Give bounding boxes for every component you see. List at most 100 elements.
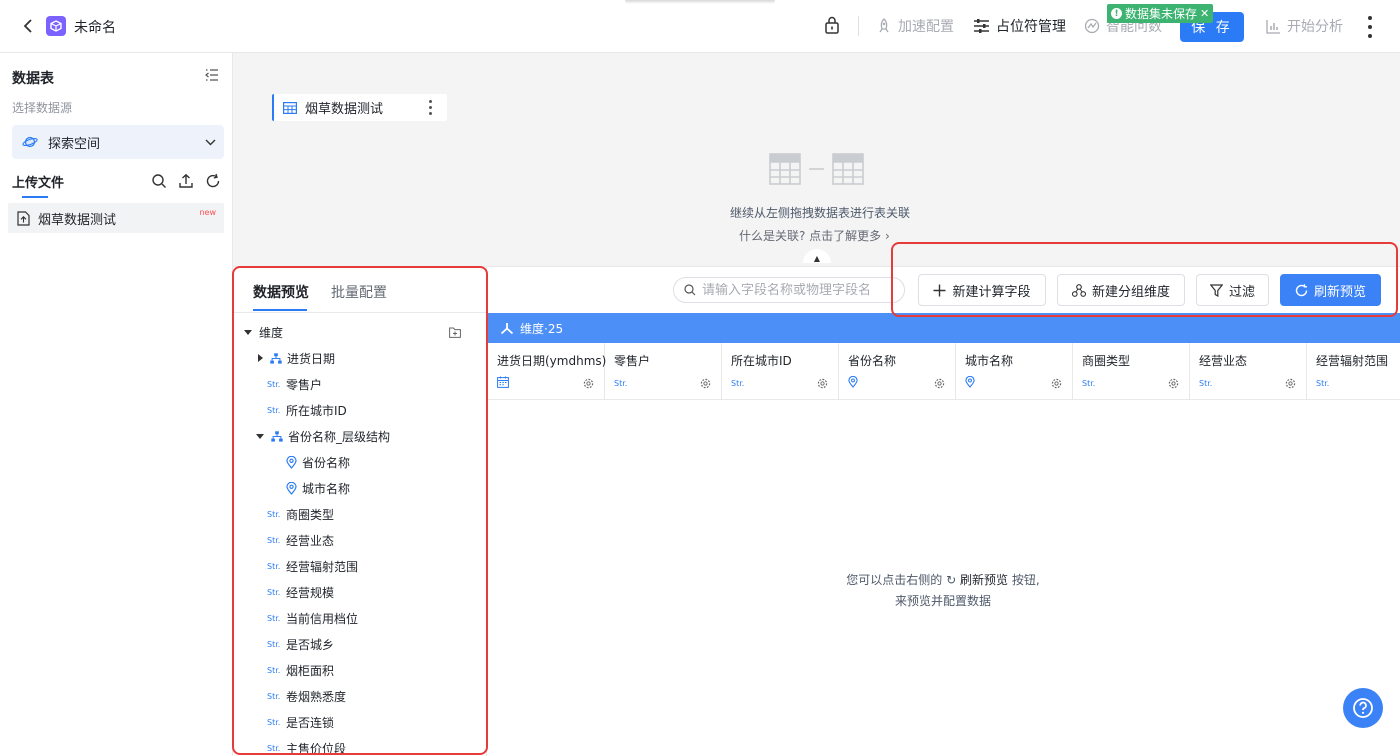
tree-item-cabinet-area[interactable]: Str. 烟柜面积	[267, 660, 334, 680]
column-name: 城市名称	[965, 354, 1014, 368]
string-type-tag: Str.	[267, 405, 281, 415]
location-pin-icon	[848, 376, 858, 388]
tree-item-familiarity[interactable]: Str. 卷烟熟悉度	[267, 686, 346, 706]
tree-item-label: 当前信用档位	[286, 611, 359, 626]
empty-hint-line2: 来预览并配置数据	[894, 594, 991, 608]
column-type: Str.	[614, 379, 628, 388]
start-analysis-button[interactable]: 开始分析	[1266, 16, 1343, 36]
column-header[interactable]: 商圈类型 Str.	[1073, 343, 1190, 399]
gear-icon[interactable]	[1168, 378, 1179, 389]
new-group-dimension-label: 新建分组维度	[1091, 284, 1170, 300]
tree-item-urban-rural[interactable]: Str. 是否城乡	[267, 634, 334, 654]
tree-item-purchase-date[interactable]: 进货日期	[256, 348, 335, 368]
dataset-cube-icon	[46, 16, 66, 36]
tree-item-label: 经营辐射范围	[286, 559, 359, 574]
hierarchy-icon	[270, 352, 282, 364]
gear-icon[interactable]	[583, 378, 594, 389]
preview-area: 数据预览 批量配置 维度 进货日期 Str. 零售户 Str. 所在城市ID 省…	[233, 266, 1400, 756]
tree-item-scale[interactable]: Str. 经营规模	[267, 582, 334, 602]
tab-data-preview[interactable]: 数据预览	[253, 282, 309, 302]
tree-item-price-band[interactable]: Str. 主售价位段	[267, 738, 346, 756]
lock-button[interactable]	[824, 16, 840, 34]
empty-hint-button-name: 刷新预览	[960, 573, 1009, 587]
column-type: Str.	[1199, 379, 1213, 388]
gear-icon[interactable]	[1285, 378, 1296, 389]
string-type-tag: Str.	[267, 379, 281, 389]
empty-hint-pre: 您可以点击右侧的	[846, 573, 943, 587]
caret-down-icon	[256, 433, 264, 439]
tree-root-label: 维度	[259, 325, 284, 340]
tab-batch-config[interactable]: 批量配置	[331, 282, 387, 302]
string-type-tag: Str.	[267, 561, 281, 571]
help-icon	[1353, 698, 1373, 718]
unsaved-badge: ! 数据集未保存 ✕	[1107, 4, 1214, 23]
refresh-icon	[1295, 283, 1308, 296]
alert-icon: !	[1111, 8, 1122, 19]
placeholder-mgmt-button[interactable]: 占位符管理	[973, 16, 1066, 36]
tree-item-radiation-range[interactable]: Str. 经营辐射范围	[267, 556, 358, 576]
plus-icon	[933, 284, 946, 296]
column-header[interactable]: 经营业态 Str.	[1190, 343, 1307, 399]
file-name: 烟草数据测试	[38, 212, 117, 228]
tree-item-province-hierarchy[interactable]: 省份名称_层级结构	[256, 426, 390, 446]
close-icon[interactable]: ✕	[1200, 7, 1209, 20]
back-icon[interactable]	[20, 17, 36, 35]
gear-icon[interactable]	[1051, 378, 1062, 389]
gear-icon[interactable]	[934, 378, 945, 389]
new-calc-field-button[interactable]: 新建计算字段	[918, 274, 1046, 306]
rocket-icon	[879, 18, 889, 33]
string-type-tag: Str.	[267, 717, 281, 727]
tree-item-label: 省份名称_层级结构	[288, 429, 391, 444]
tab-underline	[253, 309, 307, 311]
start-analysis-label: 开始分析	[1287, 19, 1343, 35]
datasource-value: 探索空间	[48, 136, 101, 152]
upload-files-tab[interactable]: 上传文件	[12, 172, 64, 191]
search-icon[interactable]	[151, 173, 167, 189]
filter-button[interactable]: 过滤	[1196, 274, 1269, 306]
tree-item-business-district[interactable]: Str. 商圈类型	[267, 504, 334, 524]
refresh-icon[interactable]	[205, 173, 221, 189]
column-header[interactable]: 进货日期(ymdhms)	[488, 343, 606, 399]
string-type-tag: Str.	[267, 691, 281, 701]
column-header[interactable]: 经营辐射范围 Str.	[1307, 343, 1400, 399]
more-menu-icon[interactable]	[1362, 16, 1378, 38]
string-type-tag: Str.	[267, 613, 281, 623]
tree-item-city-id[interactable]: Str. 所在城市ID	[267, 400, 347, 420]
tree-item-business-format[interactable]: Str. 经营业态	[267, 530, 334, 550]
tree-item-label: 是否连锁	[286, 715, 335, 730]
tree-root-dimension[interactable]: 维度	[244, 322, 283, 342]
help-button[interactable]	[1343, 688, 1383, 728]
collapse-sidebar-icon[interactable]	[205, 69, 219, 81]
dataset-title[interactable]: 未命名	[74, 17, 116, 37]
column-header[interactable]: 所在城市ID Str.	[722, 343, 839, 399]
planet-icon	[22, 136, 38, 148]
accelerate-config-button[interactable]: 加速配置	[876, 16, 954, 36]
gear-icon[interactable]	[700, 378, 711, 389]
column-name: 所在城市ID	[731, 354, 792, 368]
file-upload-icon	[17, 210, 30, 226]
collapse-canvas-button[interactable]: ▲	[803, 249, 831, 263]
gear-icon[interactable]	[817, 378, 828, 389]
string-type-tag: Str.	[267, 587, 281, 597]
field-search-input[interactable]	[702, 282, 892, 298]
add-folder-icon[interactable]	[449, 327, 461, 338]
field-search[interactable]	[673, 277, 905, 303]
tree-item-credit-level[interactable]: Str. 当前信用档位	[267, 608, 358, 628]
filter-icon	[1209, 283, 1223, 297]
refresh-preview-button[interactable]: 刷新预览	[1280, 274, 1381, 306]
table-more-icon[interactable]	[429, 100, 433, 115]
column-header[interactable]: 城市名称	[956, 343, 1073, 399]
table-node[interactable]: 烟草数据测试	[272, 94, 447, 121]
column-type: Str.	[1316, 379, 1330, 388]
tree-item-city-name[interactable]: 城市名称	[286, 478, 350, 498]
file-item[interactable]: 烟草数据测试 new	[8, 203, 224, 233]
column-header[interactable]: 省份名称	[839, 343, 956, 399]
new-group-dimension-button[interactable]: 新建分组维度	[1057, 274, 1185, 306]
tree-item-retailer[interactable]: Str. 零售户	[267, 374, 322, 394]
tree-item-province-name[interactable]: 省份名称	[286, 452, 350, 472]
join-help-link[interactable]: 什么是关联? 点击了解更多 ›	[739, 227, 890, 244]
column-header[interactable]: 零售户 Str.	[605, 343, 722, 399]
datasource-select[interactable]: 探索空间	[12, 125, 224, 159]
upload-icon[interactable]	[178, 173, 194, 189]
tree-item-chain[interactable]: Str. 是否连锁	[267, 712, 334, 732]
